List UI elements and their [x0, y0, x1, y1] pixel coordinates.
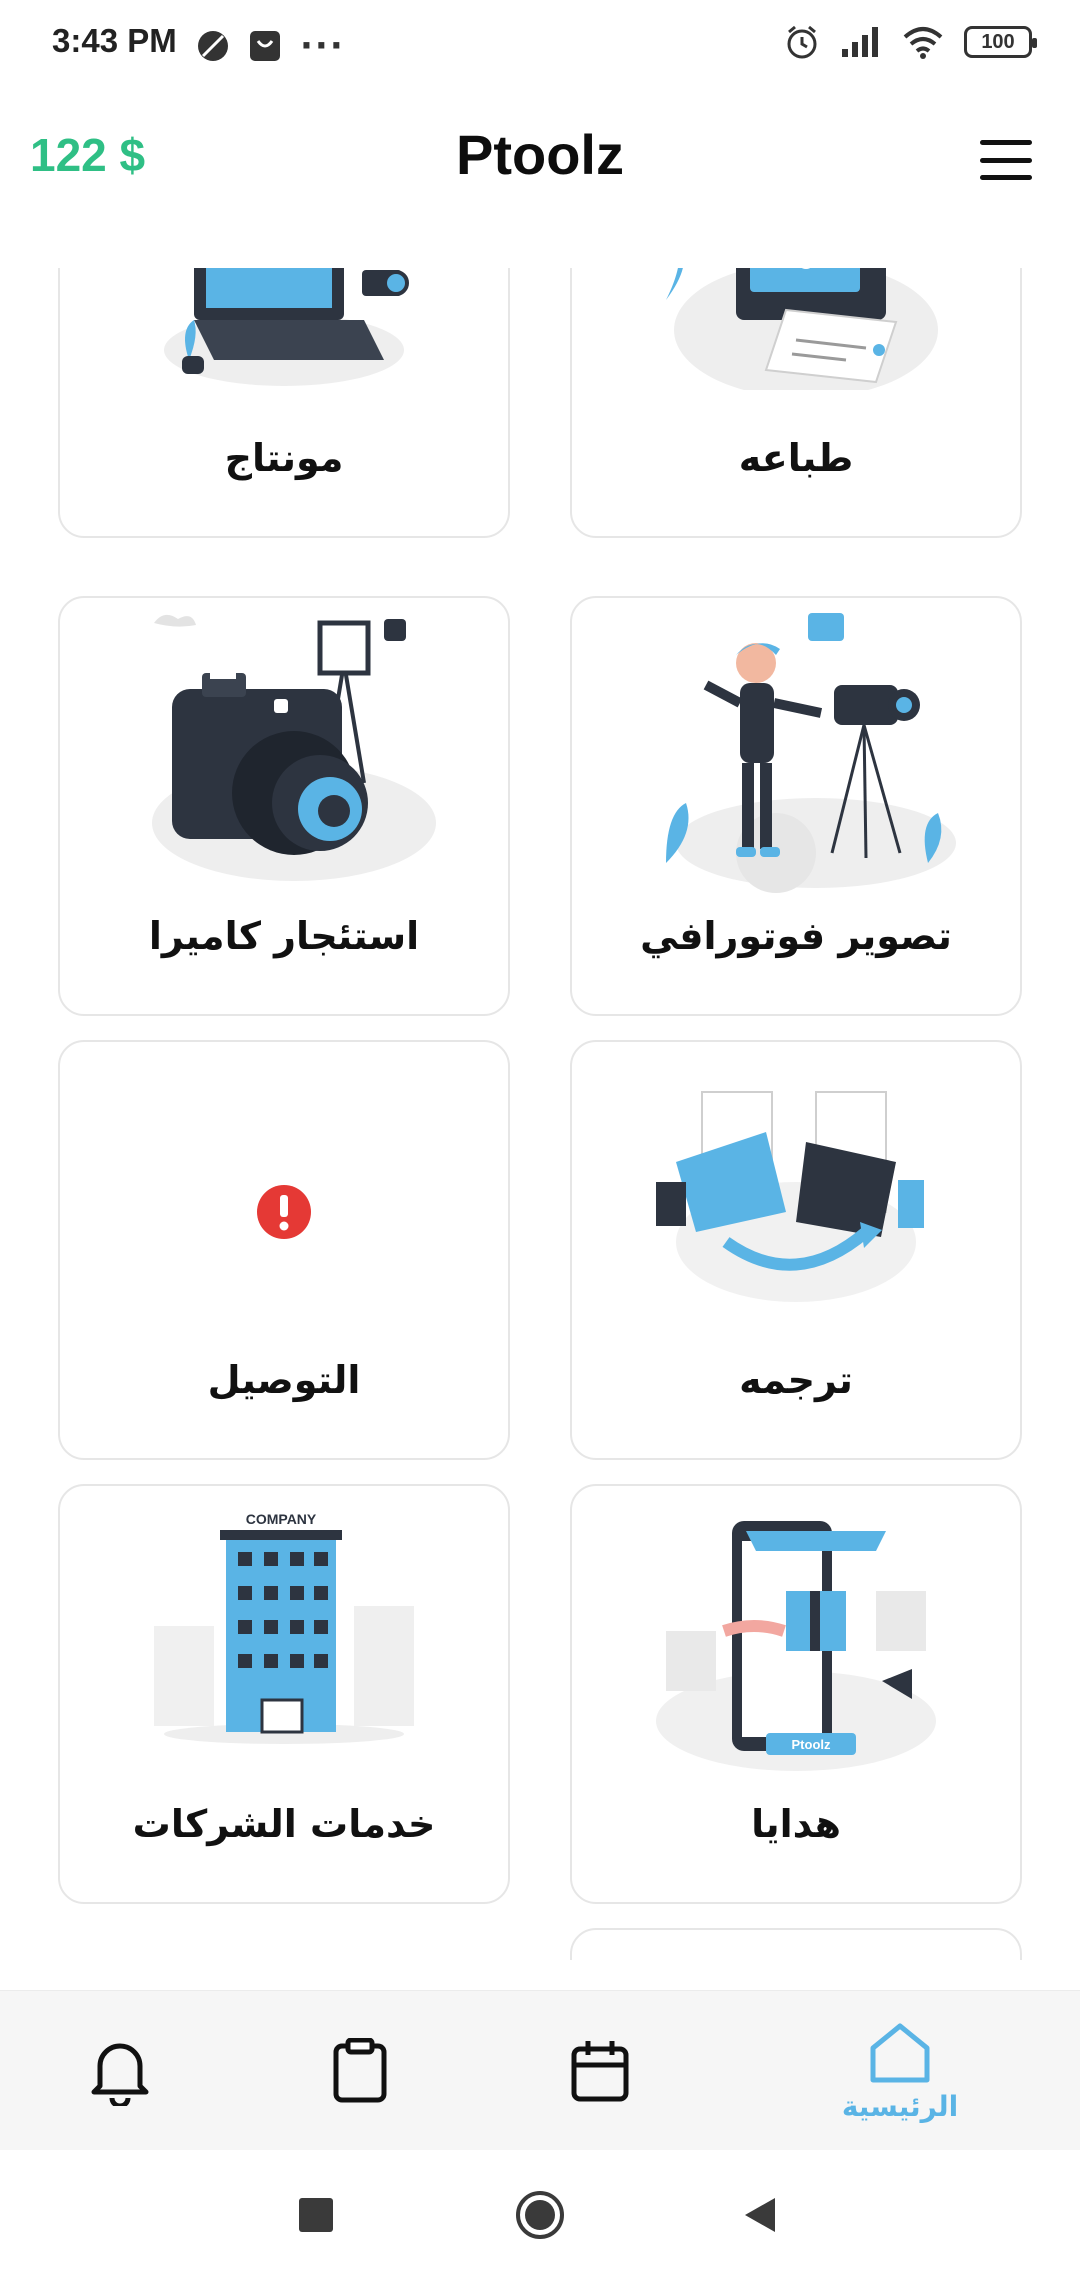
- status-left-icons: ···: [196, 26, 345, 66]
- calendar-icon: [571, 2041, 629, 2102]
- wifi-icon: [903, 27, 943, 59]
- printer-illustration: [572, 268, 1020, 420]
- service-label: التوصيل: [207, 1358, 361, 1402]
- triangle-back-icon: [745, 2198, 775, 2232]
- service-label: تصوير فوتورافي: [640, 914, 952, 958]
- service-label: مونتاج: [224, 436, 344, 480]
- back-button[interactable]: [700, 2150, 820, 2280]
- delivery-image-placeholder: [60, 1042, 508, 1342]
- bottom-navigation: الرئيسية: [0, 1990, 1080, 2150]
- service-label: طباعه: [738, 436, 854, 480]
- nav-home[interactable]: الرئيسية: [800, 1991, 1000, 2151]
- app-title: Ptoolz: [456, 123, 624, 186]
- service-card-translation[interactable]: ترجمه: [570, 1040, 1022, 1460]
- company-building-illustration: COMPANY: [60, 1486, 508, 1786]
- bell-icon: [91, 2043, 149, 2106]
- service-card-montage[interactable]: مونتاج: [58, 268, 510, 538]
- service-card-delivery[interactable]: التوصيل: [58, 1040, 510, 1460]
- service-card-companies[interactable]: COMPANY خدمات الشركات: [58, 1484, 510, 1904]
- status-right-icons: 100: [784, 24, 1037, 60]
- circle-icon: [516, 2191, 564, 2239]
- status-bar: 3:43 PM ··· 100: [0, 0, 1080, 88]
- nav-notifications[interactable]: [60, 1991, 180, 2151]
- home-icon: [870, 2023, 930, 2082]
- signal-icon: [842, 27, 878, 57]
- nav-bookings[interactable]: [540, 1991, 660, 2151]
- clipboard-icon: [333, 2038, 387, 2103]
- error-icon: [257, 1185, 311, 1239]
- service-label: ترجمه: [739, 1358, 853, 1402]
- company-sign: COMPANY: [246, 1511, 317, 1527]
- service-label: خدمات الشركات: [132, 1802, 436, 1846]
- recents-button[interactable]: [256, 2150, 376, 2280]
- service-card-partial[interactable]: [570, 1928, 1022, 1960]
- service-label: هدايا: [751, 1802, 841, 1846]
- dnd-icon: [198, 31, 228, 61]
- app-header: 122 $ Ptoolz: [0, 88, 1080, 268]
- gifts-illustration: Ptoolz: [572, 1486, 1020, 1786]
- service-card-gifts[interactable]: Ptoolz هدايا: [570, 1484, 1022, 1904]
- shopping-bag-icon: [250, 31, 280, 61]
- system-navigation-bar: [0, 2150, 1080, 2280]
- video-editing-illustration: [60, 268, 508, 420]
- home-button[interactable]: [480, 2150, 600, 2280]
- battery-level: 100: [981, 30, 1015, 53]
- photographer-illustration: [572, 598, 1020, 898]
- service-card-photography[interactable]: تصوير فوتورافي: [570, 596, 1022, 1016]
- status-time: 3:43 PM: [52, 22, 177, 59]
- square-icon: [299, 2198, 333, 2232]
- gift-sign: Ptoolz: [792, 1737, 831, 1752]
- service-card-printing[interactable]: طباعه: [570, 268, 1022, 538]
- nav-orders[interactable]: [300, 1991, 420, 2151]
- service-label: استئجار كاميرا: [148, 914, 420, 958]
- camera-rental-illustration: [60, 598, 508, 898]
- services-grid: مونتاج طباعه استئجار كاميرا تصوير فوتورا…: [0, 268, 1080, 1960]
- alarm-icon: [787, 25, 817, 59]
- translation-illustration: [572, 1042, 1020, 1342]
- more-notifications-icon: ···: [300, 26, 345, 66]
- hamburger-menu-icon[interactable]: [980, 140, 1032, 180]
- battery-icon: 100: [964, 26, 1037, 58]
- service-card-camera-rental[interactable]: استئجار كاميرا: [58, 596, 510, 1016]
- nav-home-label: الرئيسية: [841, 2089, 959, 2123]
